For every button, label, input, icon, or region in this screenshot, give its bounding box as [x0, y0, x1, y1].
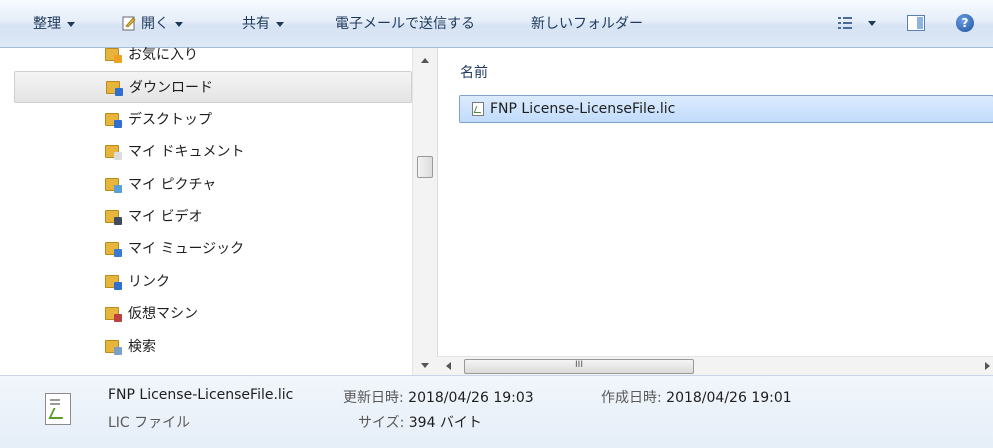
details-file-type: LIC ファイル	[108, 415, 191, 431]
file-list-item[interactable]: FNP License-LicenseFile.lic	[459, 95, 993, 123]
column-header-name[interactable]: 名前	[460, 62, 488, 82]
nav-item[interactable]: リンク	[14, 266, 412, 298]
nav-item-label: ダウンロード	[129, 80, 213, 97]
nav-item-label: マイ ミュージック	[128, 241, 245, 258]
navigation-vertical-scrollbar[interactable]	[412, 48, 437, 375]
file-list-pane: 名前 FNP License-LicenseFile.lic	[437, 48, 993, 375]
size-value: 394 バイト	[408, 415, 482, 431]
nav-item[interactable]: 仮想マシン	[14, 298, 412, 330]
email-button[interactable]: 電子メールで送信する	[335, 12, 475, 36]
change-view-icon[interactable]	[838, 17, 852, 29]
file-list-horizontal-scrollbar[interactable]: III	[437, 356, 993, 375]
chevron-down-icon	[175, 21, 183, 27]
open-menu-button[interactable]: 開く	[121, 12, 183, 36]
documents-folder-icon	[105, 145, 122, 161]
nav-item[interactable]: マイ ミュージック	[14, 233, 412, 265]
folder-badge-icon	[114, 55, 122, 63]
help-icon[interactable]: ?	[956, 14, 974, 32]
folder-badge-icon	[114, 281, 122, 290]
folder-badge-icon	[114, 314, 122, 323]
details-size: サイズ: 394 バイト	[358, 412, 482, 432]
license-file-large-icon	[45, 393, 71, 425]
open-label: 開く	[141, 16, 169, 32]
folder-badge-icon	[114, 184, 122, 193]
nav-item[interactable]: マイ ピクチャ	[14, 169, 412, 201]
created-value: 2018/04/26 19:01	[666, 390, 792, 406]
chevron-down-icon	[276, 21, 284, 27]
scroll-down-arrow-icon[interactable]	[421, 363, 429, 368]
created-label: 作成日時:	[601, 390, 662, 406]
pictures-folder-icon	[105, 177, 122, 193]
nav-item-label: マイ ビデオ	[128, 209, 203, 225]
nav-item[interactable]: ダウンロード	[14, 71, 412, 104]
nav-item-label: デスクトップ	[128, 111, 212, 128]
nav-item-label: お気に入り	[128, 47, 198, 63]
details-modified: 更新日時: 2018/04/26 19:03	[343, 387, 534, 407]
links-folder-icon	[105, 274, 122, 290]
navigation-pane: お気に入りダウンロード デスクトップマイ ドキュメント マイ ピクチャ マイ ビデオマ…	[0, 47, 437, 375]
nav-item[interactable]: デスクトップ	[14, 104, 412, 136]
music-folder-icon	[105, 242, 122, 258]
folder-badge-icon	[114, 217, 122, 225]
nav-item[interactable]: 検索	[14, 331, 412, 363]
details-pane: FNP License-LicenseFile.lic LIC ファイル 更新日…	[0, 375, 993, 448]
searches-folder-icon	[105, 339, 122, 355]
folder-badge-icon	[114, 119, 122, 128]
virtual-machines-folder-icon	[105, 307, 122, 323]
details-file-name: FNP License-LicenseFile.lic	[108, 387, 294, 403]
file-name-label: FNP License-LicenseFile.lic	[490, 101, 676, 117]
organize-label: 整理	[33, 16, 61, 32]
horizontal-scroll-thumb[interactable]: III	[464, 359, 694, 374]
folder-badge-icon	[114, 346, 122, 355]
open-document-icon	[121, 15, 137, 31]
new-folder-button[interactable]: 新しいフォルダー	[531, 12, 643, 36]
license-file-icon	[472, 102, 484, 116]
nav-item[interactable]: マイ ビデオ	[14, 201, 412, 233]
scroll-left-arrow-icon[interactable]	[446, 362, 451, 370]
view-options-chevron-icon[interactable]	[868, 21, 876, 26]
downloads-folder-icon	[106, 81, 123, 97]
share-label: 共有	[242, 16, 270, 32]
chevron-down-icon	[67, 21, 75, 27]
preview-pane-icon[interactable]	[907, 15, 925, 31]
details-created: 作成日時: 2018/04/26 19:01	[601, 387, 792, 407]
nav-item[interactable]: お気に入り	[14, 39, 412, 71]
nav-item-label: マイ ドキュメント	[128, 144, 245, 161]
folder-badge-icon	[114, 152, 122, 161]
modified-value: 2018/04/26 19:03	[408, 390, 534, 406]
scroll-thumb[interactable]	[417, 156, 433, 178]
scroll-right-arrow-icon[interactable]	[985, 362, 990, 370]
videos-folder-icon	[105, 210, 122, 225]
desktop-folder-icon	[105, 112, 122, 128]
size-label: サイズ:	[358, 415, 405, 431]
scroll-up-arrow-icon[interactable]	[421, 58, 429, 63]
folder-badge-icon	[115, 88, 123, 97]
nav-item-label: リンク	[128, 273, 170, 290]
nav-item-label: マイ ピクチャ	[128, 176, 217, 193]
share-menu-button[interactable]: 共有	[242, 12, 284, 36]
nav-item-label: 仮想マシン	[128, 306, 198, 323]
modified-label: 更新日時:	[343, 390, 404, 406]
organize-menu-button[interactable]: 整理	[33, 12, 75, 36]
nav-item[interactable]: マイ ドキュメント	[14, 136, 412, 168]
favorites-folder-icon	[105, 48, 122, 63]
nav-item-label: 検索	[128, 338, 156, 355]
folder-badge-icon	[114, 249, 122, 258]
